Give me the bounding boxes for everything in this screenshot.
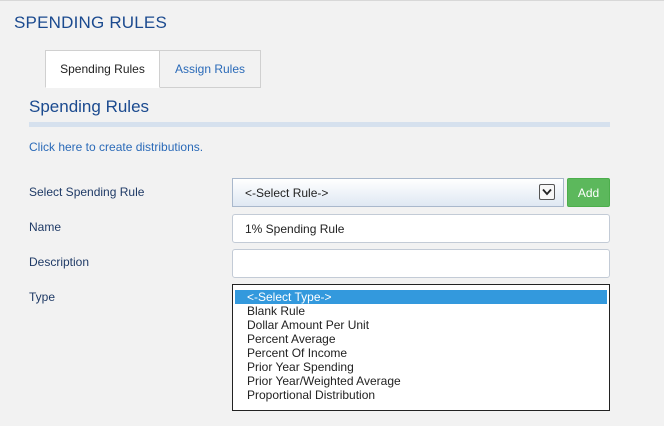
type-option-dollar-amount-per-unit[interactable]: Dollar Amount Per Unit [235,318,607,332]
type-label: Type [29,290,56,304]
section-divider [29,122,610,127]
type-option-select-type[interactable]: <-Select Type-> [235,290,607,304]
add-button[interactable]: Add [567,178,610,207]
type-option-prior-year-spending[interactable]: Prior Year Spending [235,360,607,374]
description-label: Description [29,255,90,269]
type-option-blank-rule[interactable]: Blank Rule [235,304,607,318]
tab-spending-rules[interactable]: Spending Rules [45,50,160,88]
name-input[interactable] [232,214,610,243]
page-title: SPENDING RULES [14,13,168,32]
spending-rules-page: SPENDING RULES Spending Rules Assign Rul… [0,0,664,426]
type-listbox[interactable]: <-Select Type-> Blank Rule Dollar Amount… [232,284,610,411]
tab-bar: Spending Rules Assign Rules [45,50,261,88]
type-option-proportional-distribution[interactable]: Proportional Distribution [235,388,607,402]
tab-assign-rules[interactable]: Assign Rules [160,50,261,88]
select-spending-rule-label: Select Spending Rule [29,185,145,199]
create-distributions-link[interactable]: Click here to create distributions. [29,140,203,154]
select-spending-rule-dropdown[interactable]: <-Select Rule-> [232,178,564,207]
description-input[interactable] [232,249,610,278]
type-option-percent-average[interactable]: Percent Average [235,332,607,346]
section-title: Spending Rules [29,97,150,116]
select-spending-rule-value: <-Select Rule-> [245,185,329,200]
chevron-down-icon[interactable] [539,184,555,200]
type-option-percent-of-income[interactable]: Percent Of Income [235,346,607,360]
type-option-prior-year-weighted-average[interactable]: Prior Year/Weighted Average [235,374,607,388]
name-label: Name [29,220,62,234]
